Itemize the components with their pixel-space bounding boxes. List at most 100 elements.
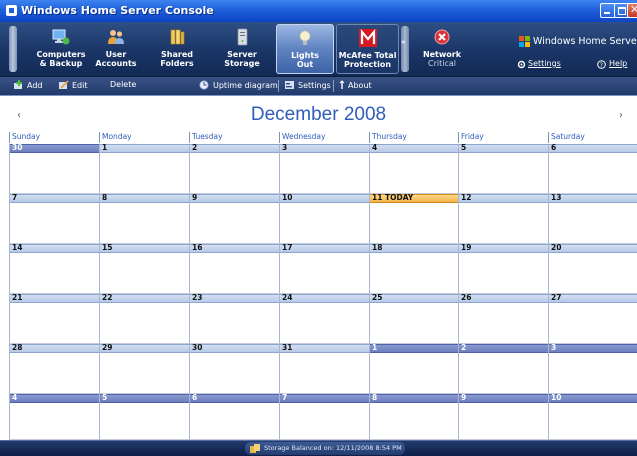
nav-overflow-button[interactable]: »: [401, 26, 409, 72]
day-cell[interactable]: 23: [189, 293, 279, 344]
day-cell[interactable]: 15: [99, 243, 189, 294]
day-number: 2: [461, 343, 467, 352]
more-chevron-icon: »: [401, 38, 406, 46]
day-number: 6: [192, 393, 198, 402]
toolbar-divider: [278, 80, 279, 92]
day-cell[interactable]: 18: [369, 243, 458, 294]
weekday-header: Tuesday: [189, 132, 279, 143]
day-cell[interactable]: 10: [279, 193, 369, 244]
tab-label-line2: Accounts: [95, 59, 137, 68]
uptime-diagram-button[interactable]: Uptime diagram: [199, 80, 278, 90]
day-cell[interactable]: 30: [9, 143, 99, 194]
day-number: 21: [12, 293, 23, 302]
day-cell[interactable]: 24: [279, 293, 369, 344]
day-cell[interactable]: 7: [279, 393, 369, 440]
day-number: 5: [461, 143, 467, 152]
title-bar[interactable]: Windows Home Server Console: [0, 0, 637, 22]
day-number: 4: [12, 393, 18, 402]
add-icon: [14, 80, 22, 89]
day-number: 17: [282, 243, 293, 252]
day-number: 8: [102, 193, 108, 202]
day-number: 29: [102, 343, 113, 352]
day-cell[interactable]: 19: [458, 243, 548, 294]
day-cell[interactable]: 21: [9, 293, 99, 344]
day-cell[interactable]: 30: [189, 343, 279, 394]
weekday-header: Monday: [99, 132, 189, 143]
about-label: About: [348, 81, 372, 90]
info-icon: [339, 80, 345, 89]
today-cell[interactable]: 11 TODAY: [369, 193, 458, 244]
day-cell[interactable]: 12: [458, 193, 548, 244]
day-number: 30: [12, 143, 23, 152]
nav-grip-handle: [9, 26, 17, 72]
day-cell[interactable]: 13: [548, 193, 637, 244]
delete-button[interactable]: Delete: [110, 80, 136, 89]
day-cell[interactable]: 6: [548, 143, 637, 194]
tab-computers-backup[interactable]: Computers & Backup: [32, 24, 90, 74]
day-cell[interactable]: 20: [548, 243, 637, 294]
day-cell[interactable]: 8: [369, 393, 458, 440]
day-cell[interactable]: 7: [9, 193, 99, 244]
today-day-number: 11 TODAY: [372, 193, 414, 202]
delete-label: Delete: [110, 80, 137, 89]
day-cell[interactable]: 1: [369, 343, 458, 394]
day-number: 3: [551, 343, 557, 352]
day-cell[interactable]: 25: [369, 293, 458, 344]
day-cell[interactable]: 6: [189, 393, 279, 440]
day-cell[interactable]: 9: [189, 193, 279, 244]
clock-icon: [199, 80, 209, 90]
about-button[interactable]: About: [339, 80, 372, 90]
toolbar-divider: [333, 80, 334, 92]
day-number: 27: [551, 293, 562, 302]
tab-label-line2: Protection: [343, 60, 392, 69]
day-number: 23: [192, 293, 203, 302]
day-cell[interactable]: 26: [458, 293, 548, 344]
tab-mcafee-total-protection[interactable]: McAfee Total Protection: [336, 24, 399, 74]
toolbar-settings-button[interactable]: Settings: [284, 80, 331, 90]
day-cell[interactable]: 5: [99, 393, 189, 440]
day-cell[interactable]: 27: [548, 293, 637, 344]
day-cell[interactable]: 14: [9, 243, 99, 294]
day-cell[interactable]: 28: [9, 343, 99, 394]
day-number: 4: [372, 143, 378, 152]
day-number: 15: [102, 243, 113, 252]
storage-status-text: Storage Balanced on: 12/11/2008 8:54 PM: [264, 444, 402, 452]
day-cell[interactable]: 17: [279, 243, 369, 294]
main-nav-bar: Computers & Backup User Accounts Shared Fol…: [0, 22, 637, 77]
day-cell[interactable]: 4: [369, 143, 458, 194]
day-cell[interactable]: 9: [458, 393, 548, 440]
day-cell[interactable]: 8: [99, 193, 189, 244]
day-cell[interactable]: 31: [279, 343, 369, 394]
day-cell[interactable]: 2: [458, 343, 548, 394]
tab-label-line1: User: [105, 50, 127, 59]
tab-server-storage[interactable]: Server Storage: [213, 24, 271, 74]
day-cell[interactable]: 29: [99, 343, 189, 394]
day-cell[interactable]: 2: [189, 143, 279, 194]
tab-shared-folders[interactable]: Shared Folders: [148, 24, 206, 74]
day-cell[interactable]: 3: [279, 143, 369, 194]
window-title: Windows Home Server Console: [21, 4, 214, 17]
next-month-button[interactable]: ›: [619, 110, 623, 121]
storage-balanced-icon: [250, 444, 260, 453]
edit-icon: [59, 80, 69, 89]
edit-button[interactable]: Edit: [58, 80, 88, 90]
day-number: 22: [102, 293, 113, 302]
day-number: 1: [372, 343, 378, 352]
day-cell[interactable]: 4: [9, 393, 99, 440]
network-status[interactable]: Network Critical: [413, 24, 471, 74]
shared-folders-icon: [170, 29, 185, 45]
day-cell[interactable]: 3: [548, 343, 637, 394]
tab-label-line2: Storage: [224, 59, 260, 68]
day-cell[interactable]: 1: [99, 143, 189, 194]
edit-label: Edit: [72, 81, 88, 90]
close-button[interactable]: [627, 3, 637, 18]
day-cell[interactable]: 5: [458, 143, 548, 194]
add-button[interactable]: Add: [13, 80, 43, 90]
day-cell[interactable]: 10: [548, 393, 637, 440]
day-cell[interactable]: 22: [99, 293, 189, 344]
tab-user-accounts[interactable]: User Accounts: [87, 24, 145, 74]
tab-lights-out[interactable]: Lights Out: [276, 24, 334, 74]
weekday-header: Thursday: [369, 132, 458, 143]
windows-logo-icon: [519, 36, 530, 47]
day-cell[interactable]: 16: [189, 243, 279, 294]
